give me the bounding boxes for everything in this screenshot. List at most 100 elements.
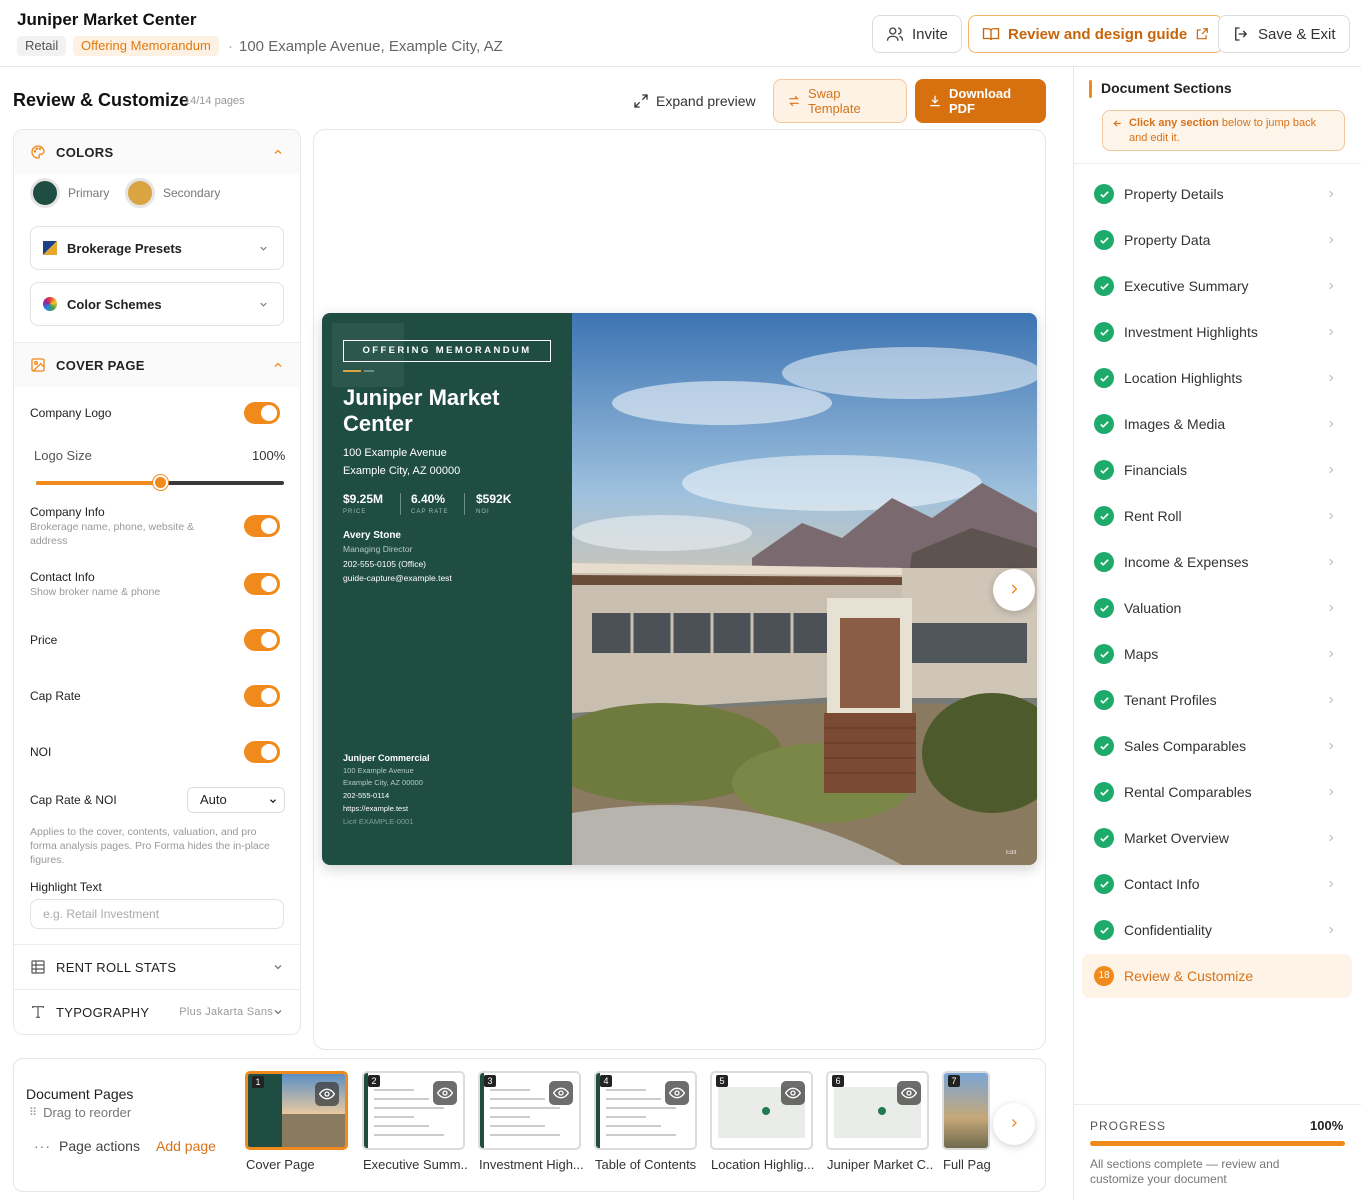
cover-info-panel: OFFERING MEMORANDUM Juniper Market Cente… <box>322 313 572 865</box>
contact-info-toggle[interactable] <box>244 573 280 595</box>
add-page-button[interactable]: Add page <box>156 1138 216 1154</box>
section-item[interactable]: Confidentiality <box>1082 908 1352 952</box>
section-item[interactable]: Investment Highlights <box>1082 310 1352 354</box>
section-item[interactable]: Valuation <box>1082 586 1352 630</box>
invite-button[interactable]: Invite <box>872 15 962 53</box>
cover-page-preview[interactable]: OFFERING MEMORANDUM Juniper Market Cente… <box>322 313 1037 865</box>
next-page-button[interactable] <box>993 569 1035 611</box>
page-thumbnail[interactable]: 4 <box>594 1071 697 1150</box>
brokerage-presets-dropdown[interactable]: Brokerage Presets <box>30 226 284 270</box>
section-item[interactable]: Images & Media <box>1082 402 1352 446</box>
cover-page-section-header[interactable]: COVER PAGE <box>14 343 300 387</box>
section-label: Financials <box>1124 462 1188 478</box>
section-item[interactable]: Property Data <box>1082 218 1352 262</box>
eye-icon[interactable] <box>897 1081 921 1105</box>
rent-roll-label: RENT ROLL STATS <box>56 959 177 975</box>
download-pdf-button[interactable]: Download PDF <box>915 79 1046 123</box>
section-item[interactable]: Tenant Profiles <box>1082 678 1352 722</box>
primary-color[interactable]: Primary <box>30 178 109 208</box>
expand-preview-button[interactable]: Expand preview <box>620 79 769 123</box>
page-thumbnail[interactable]: 6 <box>826 1071 929 1150</box>
section-item[interactable]: Executive Summary <box>1082 264 1352 308</box>
page-thumbnail-label: Location Highlig... <box>711 1157 815 1172</box>
save-exit-label: Save & Exit <box>1258 25 1336 43</box>
section-item[interactable]: Rental Comparables <box>1082 770 1352 814</box>
page-thumbnail[interactable]: 3 <box>478 1071 581 1150</box>
chevron-down-icon[interactable] <box>272 961 284 973</box>
chevron-right-icon <box>1329 236 1334 244</box>
secondary-color[interactable]: Secondary <box>125 178 220 208</box>
property-address: 100 Example Avenue, Example City, AZ <box>228 38 503 55</box>
check-circle-icon <box>1094 552 1114 572</box>
colors-section-header[interactable]: COLORS <box>14 130 300 174</box>
cover-cap-rate: 6.40% <box>411 492 446 506</box>
swap-label: Swap Template <box>808 86 861 116</box>
section-item[interactable]: Market Overview <box>1082 816 1352 860</box>
section-item[interactable]: Property Details <box>1082 172 1352 216</box>
company-info-sub: Brokerage name, phone, website & address <box>30 521 195 547</box>
schemes-label: Color Schemes <box>67 296 162 312</box>
eye-icon[interactable] <box>549 1081 573 1105</box>
review-design-guide-button[interactable]: Review and design guide <box>968 15 1224 53</box>
cap-rate-toggle[interactable] <box>244 685 280 707</box>
highlight-text-input[interactable]: e.g. Retail Investment <box>30 899 284 929</box>
cover-firm-license: Lic# EXAMPLE-0001 <box>343 817 414 826</box>
color-schemes-dropdown[interactable]: Color Schemes <box>30 282 284 326</box>
company-info-toggle[interactable] <box>244 515 280 537</box>
progress-note: All sections complete — review and custo… <box>1090 1157 1280 1186</box>
chevron-down-icon[interactable] <box>272 1006 284 1018</box>
image-icon <box>30 357 46 373</box>
chevron-right-icon <box>1329 190 1334 198</box>
scroll-thumbs-right-button[interactable] <box>993 1103 1035 1145</box>
price-toggle[interactable] <box>244 629 280 651</box>
secondary-swatch[interactable] <box>125 178 155 208</box>
section-item[interactable]: Contact Info <box>1082 862 1352 906</box>
logo-size-slider-thumb[interactable] <box>153 475 168 490</box>
noi-toggle[interactable] <box>244 741 280 763</box>
cover-firm-website: https://example.test <box>343 804 409 813</box>
chevron-right-icon <box>1329 926 1334 934</box>
check-circle-icon <box>1094 782 1114 802</box>
section-item[interactable]: Rent Roll <box>1082 494 1352 538</box>
eye-icon[interactable] <box>781 1081 805 1105</box>
cap-noi-note: Applies to the cover, contents, valuatio… <box>30 826 270 866</box>
page-number: 7 <box>948 1075 960 1087</box>
chevron-right-icon <box>1329 650 1334 658</box>
book-icon <box>982 25 1000 43</box>
logo-size-slider-fill <box>36 481 160 485</box>
page-thumbnail[interactable]: 2 <box>362 1071 465 1150</box>
eye-icon[interactable] <box>315 1082 339 1106</box>
section-label: Property Details <box>1124 186 1224 202</box>
section-item[interactable]: Sales Comparables <box>1082 724 1352 768</box>
page-thumbnail[interactable]: 5 <box>710 1071 813 1150</box>
company-logo-toggle[interactable] <box>244 402 280 424</box>
page-actions-button[interactable]: ··· Page actions <box>34 1138 140 1154</box>
page-thumbnail[interactable]: 1 <box>245 1071 348 1150</box>
exit-icon <box>1232 25 1250 43</box>
page-thumbnail[interactable]: 7 <box>942 1071 990 1150</box>
customize-panel: COLORS Primary Secondary Brokerage Prese… <box>13 129 301 1035</box>
more-dots-icon: ··· <box>34 1138 51 1154</box>
section-item[interactable]: Income & Expenses <box>1082 540 1352 584</box>
section-review-customize[interactable]: 18 Review & Customize <box>1082 954 1352 998</box>
chevron-right-icon <box>1329 466 1334 474</box>
section-item[interactable]: Financials <box>1082 448 1352 492</box>
chevron-up-icon[interactable] <box>272 146 284 158</box>
save-exit-button[interactable]: Save & Exit <box>1218 15 1350 53</box>
section-label: Property Data <box>1124 232 1211 248</box>
rent-roll-section-header[interactable]: RENT ROLL STATS <box>14 945 300 989</box>
chevron-up-icon[interactable] <box>272 359 284 371</box>
eye-icon[interactable] <box>665 1081 689 1105</box>
typography-section-header[interactable]: TYPOGRAPHY Plus Jakarta Sans <box>14 990 300 1034</box>
page-title: Review & Customize <box>13 90 190 110</box>
eye-icon[interactable] <box>433 1081 457 1105</box>
section-item[interactable]: Location Highlights <box>1082 356 1352 400</box>
cap-noi-select[interactable]: Auto <box>187 787 285 813</box>
cover-price-label: PRICE <box>343 509 367 515</box>
section-label: Location Highlights <box>1124 370 1243 386</box>
primary-swatch[interactable] <box>30 178 60 208</box>
invite-label: Invite <box>912 25 948 43</box>
section-item[interactable]: Maps <box>1082 632 1352 676</box>
edit-photo-link[interactable]: Edit <box>1006 850 1016 856</box>
swap-template-button[interactable]: Swap Template <box>773 79 907 123</box>
